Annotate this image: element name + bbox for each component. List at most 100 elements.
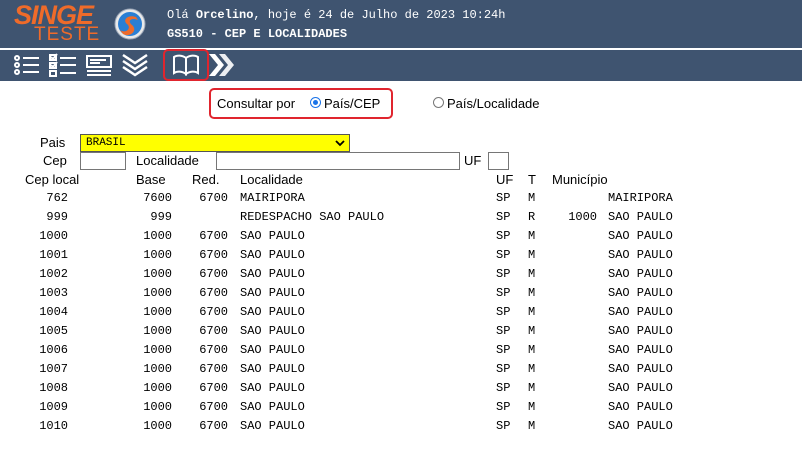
cell-uf: SP — [496, 191, 511, 205]
cell-municipio: SAO PAULO — [608, 343, 673, 357]
localidade-input[interactable] — [216, 152, 460, 170]
uf-label: UF — [464, 153, 482, 168]
cell-municipio: SAO PAULO — [608, 248, 673, 262]
collapse-icon[interactable] — [121, 53, 149, 77]
cell-municipio: SAO PAULO — [608, 362, 673, 376]
cell-base: 1000 — [143, 381, 172, 395]
cell-base: 7600 — [143, 191, 172, 205]
pais-select-value: BRASIL — [86, 137, 126, 149]
checklist-icon[interactable] — [49, 53, 77, 77]
table-row[interactable]: 1004 1000 6700 SAO PAULO SP M SAO PAULO — [0, 304, 802, 323]
cell-localidade: SAO PAULO — [240, 362, 305, 376]
cell-tipo: M — [528, 362, 536, 376]
cell-tipo: M — [528, 343, 536, 357]
table-row[interactable]: 999 999 REDESPACHO SAO PAULO SP R 1000 SAO PAU… — [0, 209, 802, 228]
table-row[interactable]: 1002 1000 6700 SAO PAULO SP M SAO PAULO — [0, 266, 802, 285]
cell-cep-local: 1006 — [39, 343, 68, 357]
forward-icon[interactable] — [207, 53, 235, 77]
cell-municipio: SAO PAULO — [608, 324, 673, 338]
cell-uf: SP — [496, 229, 511, 243]
form-icon[interactable] — [86, 53, 114, 77]
brand-logo-icon — [114, 8, 146, 40]
cell-municipio: MAIRIPORA — [608, 191, 673, 205]
cell-localidade: MAIRIPORA — [240, 191, 305, 205]
cell-base: 1000 — [143, 419, 172, 433]
radio-pais-cep[interactable] — [310, 97, 321, 108]
cell-red: 6700 — [199, 343, 228, 357]
cell-localidade: SAO PAULO — [240, 229, 305, 243]
cell-tipo: M — [528, 286, 536, 300]
cell-municipio: SAO PAULO — [608, 400, 673, 414]
greeting: Olá Orcelino, hoje é 24 de Julho de 2023… — [167, 8, 506, 22]
table-row[interactable]: 1005 1000 6700 SAO PAULO SP M SAO PAULO — [0, 323, 802, 342]
col-header-uf: UF — [496, 172, 514, 187]
radio-pais-localidade-label[interactable]: País/Localidade — [447, 96, 540, 112]
cell-tipo: M — [528, 324, 536, 338]
cell-uf: SP — [496, 362, 511, 376]
table-row[interactable]: 1008 1000 6700 SAO PAULO SP M SAO PAULO — [0, 380, 802, 399]
cell-cep-local: 1001 — [39, 248, 68, 262]
cell-red: 6700 — [199, 229, 228, 243]
pais-select[interactable]: BRASIL — [80, 134, 350, 152]
radio-pais-localidade[interactable] — [433, 97, 444, 108]
cell-cep-local: 1008 — [39, 381, 68, 395]
cell-uf: SP — [496, 419, 511, 433]
col-header-localidade: Localidade — [240, 172, 303, 187]
list-icon[interactable] — [13, 53, 41, 77]
cell-cep-local: 1010 — [39, 419, 68, 433]
localidade-label: Localidade — [136, 153, 199, 168]
cell-cep-local: 1002 — [39, 267, 68, 281]
cell-tipo: M — [528, 400, 536, 414]
uf-input[interactable] — [488, 152, 509, 170]
cell-cep-local: 999 — [46, 210, 68, 224]
table-row[interactable]: 1001 1000 6700 SAO PAULO SP M SAO PAULO — [0, 247, 802, 266]
col-header-t: T — [528, 172, 536, 187]
cell-municipio: SAO PAULO — [608, 305, 673, 319]
radio-pais-cep-label[interactable]: País/CEP — [324, 96, 380, 112]
cell-red: 6700 — [199, 381, 228, 395]
cell-localidade: SAO PAULO — [240, 267, 305, 281]
cell-tipo: M — [528, 248, 536, 262]
table-row[interactable]: 1006 1000 6700 SAO PAULO SP M SAO PAULO — [0, 342, 802, 361]
cell-municipio-code: 1000 — [568, 210, 597, 224]
cell-cep-local: 1009 — [39, 400, 68, 414]
cell-red: 6700 — [199, 419, 228, 433]
cell-red: 6700 — [199, 248, 228, 262]
user-name: Orcelino — [195, 8, 254, 22]
table-row[interactable]: 1007 1000 6700 SAO PAULO SP M SAO PAULO — [0, 361, 802, 380]
cell-base: 1000 — [143, 305, 172, 319]
cell-municipio: SAO PAULO — [608, 381, 673, 395]
col-header-municipio: Município — [552, 172, 608, 187]
pais-label: Pais — [40, 135, 66, 150]
table-row[interactable]: 1009 1000 6700 SAO PAULO SP M SAO PAULO — [0, 399, 802, 418]
environment-label: TESTE — [34, 24, 101, 45]
cell-municipio: SAO PAULO — [608, 267, 673, 281]
cell-localidade: SAO PAULO — [240, 286, 305, 300]
cell-localidade: SAO PAULO — [240, 248, 305, 262]
col-header-base: Base — [136, 172, 166, 187]
cell-base: 1000 — [143, 229, 172, 243]
cell-uf: SP — [496, 248, 511, 262]
cell-red: 6700 — [199, 362, 228, 376]
cell-localidade: SAO PAULO — [240, 419, 305, 433]
col-header-red: Red. — [192, 172, 220, 187]
cep-label: Cep — [43, 153, 67, 168]
cell-red: 6700 — [199, 400, 228, 414]
cell-cep-local: 1007 — [39, 362, 68, 376]
cep-input[interactable] — [80, 152, 126, 170]
cell-uf: SP — [496, 267, 511, 281]
table-row[interactable]: 1010 1000 6700 SAO PAULO SP M SAO PAULO — [0, 418, 802, 437]
cell-municipio: SAO PAULO — [608, 419, 673, 433]
table-row[interactable]: 1000 1000 6700 SAO PAULO SP M SAO PAULO — [0, 228, 802, 247]
table-row[interactable]: 1003 1000 6700 SAO PAULO SP M SAO PAULO — [0, 285, 802, 304]
app-header: SINGE TESTE Olá Orcelino, hoje é 24 de J… — [0, 0, 802, 48]
cell-localidade: SAO PAULO — [240, 381, 305, 395]
cell-uf: SP — [496, 324, 511, 338]
cell-tipo: M — [528, 419, 536, 433]
table-row[interactable]: 762 7600 6700 MAIRIPORA SP M MAIRIPORA — [0, 190, 802, 209]
cell-uf: SP — [496, 210, 511, 224]
cell-tipo: M — [528, 191, 536, 205]
cell-tipo: M — [528, 381, 536, 395]
cell-localidade: SAO PAULO — [240, 343, 305, 357]
cell-cep-local: 762 — [46, 191, 68, 205]
